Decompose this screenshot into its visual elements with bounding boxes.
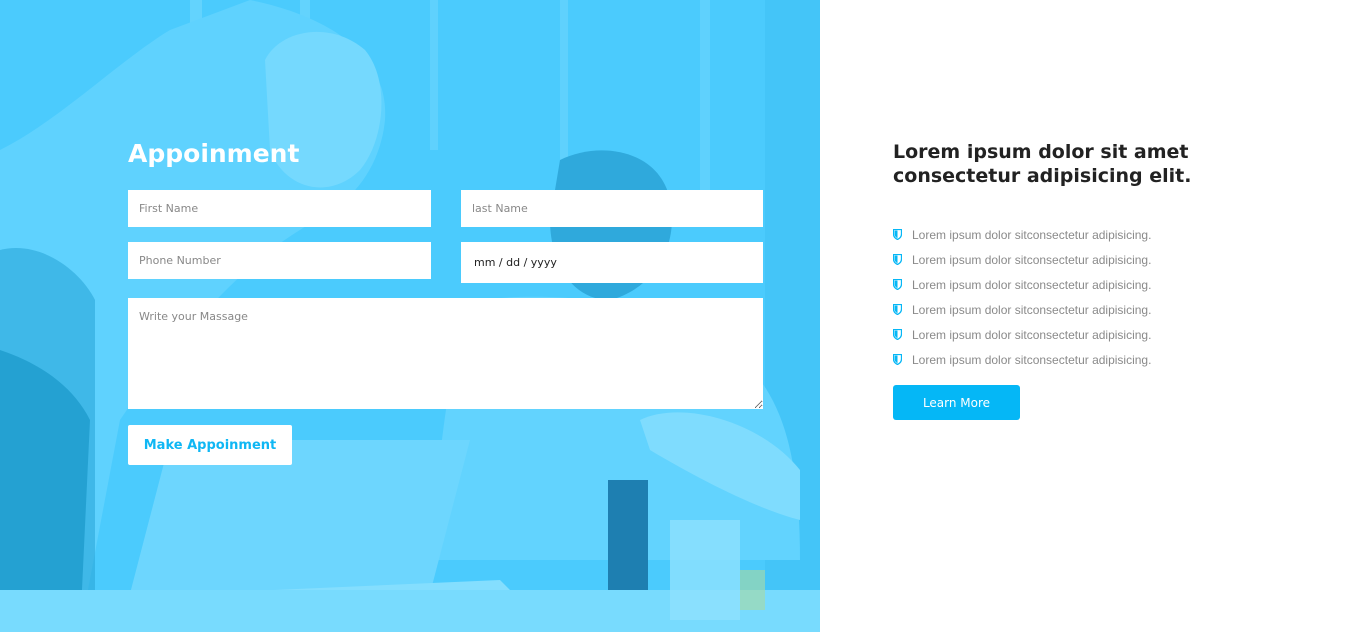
date-input-value: mm / dd / yyyy <box>474 256 557 269</box>
feature-text: Lorem ipsum dolor sitconsectetur adipisi… <box>912 252 1152 267</box>
date-input[interactable]: mm / dd / yyyy <box>461 242 763 283</box>
learn-more-button[interactable]: Learn More <box>893 385 1020 420</box>
shield-icon <box>893 279 902 290</box>
shield-icon <box>893 304 902 315</box>
feature-item: Lorem ipsum dolor sitconsectetur adipisi… <box>893 247 1151 272</box>
appointment-section: Appoinment mm / dd / yyyy Make Appoinmen… <box>0 0 820 632</box>
shield-icon <box>893 229 902 240</box>
feature-item: Lorem ipsum dolor sitconsectetur adipisi… <box>893 322 1151 347</box>
appointment-title: Appoinment <box>128 139 300 168</box>
feature-item: Lorem ipsum dolor sitconsectetur adipisi… <box>893 222 1151 247</box>
feature-list: Lorem ipsum dolor sitconsectetur adipisi… <box>893 222 1151 372</box>
feature-text: Lorem ipsum dolor sitconsectetur adipisi… <box>912 227 1152 242</box>
phone-number-input[interactable] <box>128 242 431 279</box>
feature-text: Lorem ipsum dolor sitconsectetur adipisi… <box>912 327 1152 342</box>
info-title: Lorem ipsum dolor sit amet consectetur a… <box>893 141 1192 187</box>
feature-text: Lorem ipsum dolor sitconsectetur adipisi… <box>912 302 1152 317</box>
shield-icon <box>893 354 902 365</box>
make-appointment-button[interactable]: Make Appoinment <box>128 425 292 465</box>
feature-item: Lorem ipsum dolor sitconsectetur adipisi… <box>893 347 1151 372</box>
feature-text: Lorem ipsum dolor sitconsectetur adipisi… <box>912 352 1152 367</box>
message-textarea[interactable] <box>128 298 763 409</box>
feature-item: Lorem ipsum dolor sitconsectetur adipisi… <box>893 297 1151 322</box>
feature-text: Lorem ipsum dolor sitconsectetur adipisi… <box>912 277 1152 292</box>
first-name-input[interactable] <box>128 190 431 227</box>
feature-item: Lorem ipsum dolor sitconsectetur adipisi… <box>893 272 1151 297</box>
shield-icon <box>893 254 902 265</box>
shield-icon <box>893 329 902 340</box>
last-name-input[interactable] <box>461 190 763 227</box>
